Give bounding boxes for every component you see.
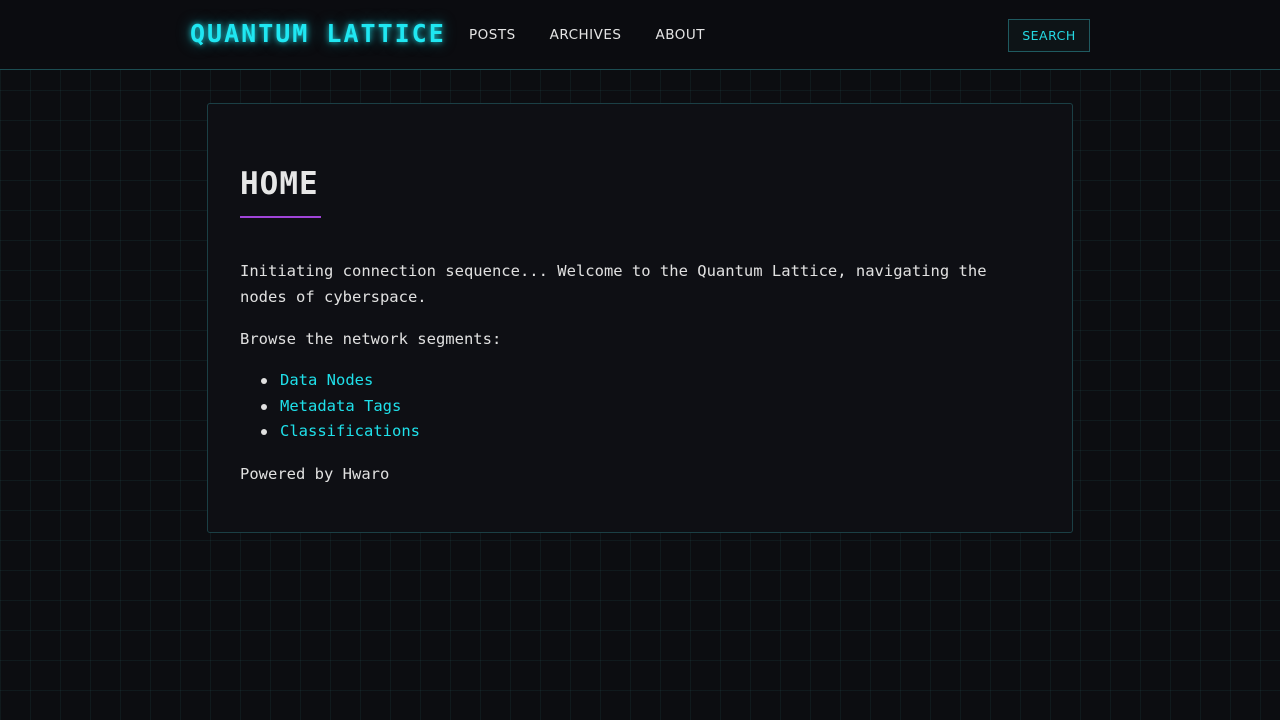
- list-item: Data Nodes: [261, 368, 1040, 394]
- link-classifications[interactable]: Classifications: [280, 422, 420, 440]
- main-nav: POSTS ARCHIVES ABOUT: [469, 25, 739, 45]
- bullet-icon: [261, 429, 267, 435]
- nav-link-archives[interactable]: ARCHIVES: [550, 25, 622, 45]
- content-card: HOME Initiating connection sequence... W…: [207, 103, 1073, 533]
- page-title: HOME: [240, 166, 319, 202]
- link-data-nodes[interactable]: Data Nodes: [280, 371, 373, 389]
- site-logo[interactable]: QUANTUM LATTICE: [190, 17, 446, 51]
- bullet-icon: [261, 378, 267, 384]
- link-metadata-tags[interactable]: Metadata Tags: [280, 397, 401, 415]
- search-button[interactable]: SEARCH: [1008, 19, 1090, 52]
- list-item: Metadata Tags: [261, 394, 1040, 420]
- segment-list: Data Nodes Metadata Tags Classifications: [240, 368, 1040, 445]
- bullet-icon: [261, 403, 267, 410]
- site-header: QUANTUM LATTICE POSTS ARCHIVES ABOUT SEA…: [0, 0, 1280, 70]
- nav-link-about[interactable]: ABOUT: [656, 25, 706, 45]
- list-item: Classifications: [261, 419, 1040, 445]
- browse-text: Browse the network segments:: [240, 330, 502, 348]
- page-content: Initiating connection sequence... Welcom…: [240, 258, 1040, 503]
- nav-link-posts[interactable]: POSTS: [469, 25, 516, 45]
- title-underline: [240, 216, 321, 218]
- powered-by-text: Powered by Hwaro: [240, 464, 390, 483]
- intro-paragraph: Initiating connection sequence... Welcom…: [240, 262, 987, 306]
